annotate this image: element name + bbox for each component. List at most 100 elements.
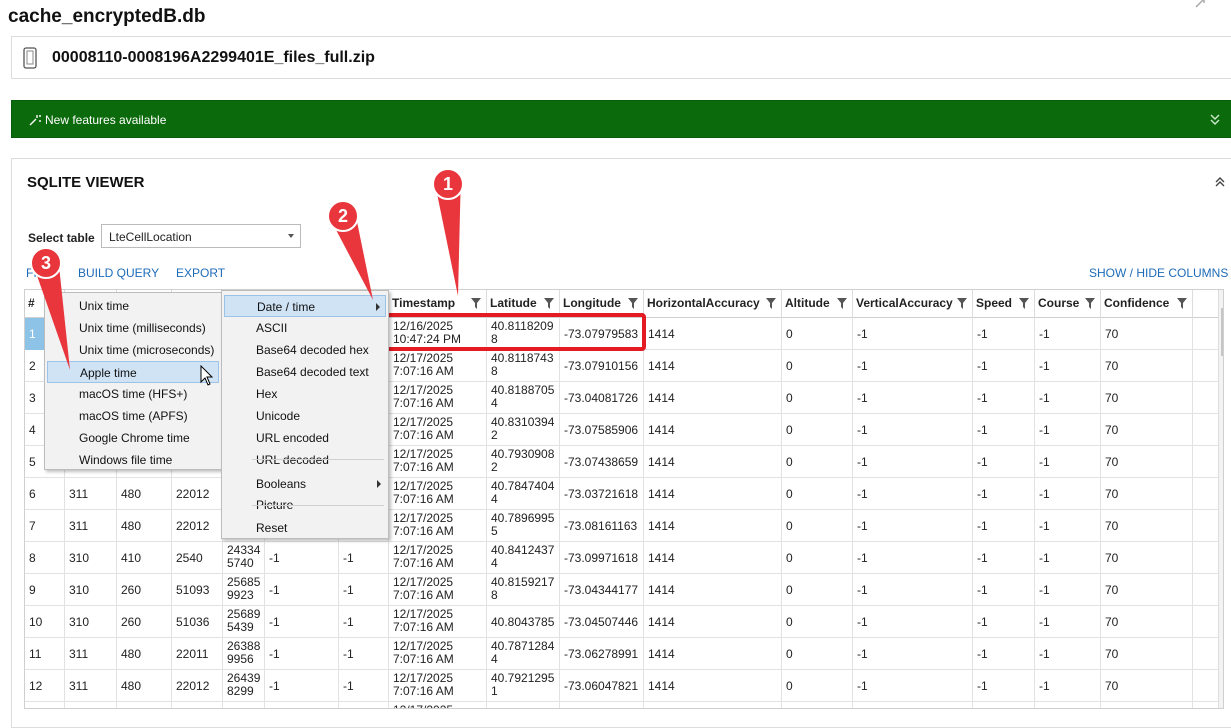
table-row[interactable]: 26439 12/17/202540.8071060 <box>25 702 1223 708</box>
table-row[interactable]: 8 310 410 2540 24334 5740 -1 -1 12/17/2025 7:07:1… <box>25 542 1223 574</box>
file-name: 00008110-0008196A2299401E_files_full.zip <box>52 49 375 66</box>
filter-icon[interactable] <box>1177 298 1187 309</box>
table-row[interactable]: 11 311 480 22011 26388 9956 -1 -1 12/17/2025 7:07… <box>25 638 1223 670</box>
table-cell: 24334 5740 <box>223 542 265 574</box>
table-cell: -1 <box>853 638 973 670</box>
submenu-item[interactable]: Unix time <box>47 295 219 317</box>
table-cell: -73.03721618 <box>560 478 644 510</box>
build-query-link[interactable]: BUILD QUERY <box>78 266 159 280</box>
table-cell: 40.8071060 <box>487 702 560 708</box>
filter-icon[interactable] <box>1019 298 1029 309</box>
submenu-item[interactable]: macOS time (APFS) <box>47 405 219 427</box>
table-cell: -1 <box>1035 478 1101 510</box>
filter-icon[interactable] <box>837 298 847 309</box>
context-menu-item[interactable]: Reset <box>224 517 386 539</box>
context-menu-item[interactable]: URL encoded <box>224 427 386 449</box>
table-cell: 0 <box>782 350 853 382</box>
column-header[interactable]: Altitude <box>782 290 853 318</box>
table-cell: 1414 <box>644 510 782 542</box>
context-menu-item[interactable]: Base64 decoded text <box>224 361 386 383</box>
table-cell: 0 <box>782 638 853 670</box>
submenu-item[interactable]: Unix time (microseconds) <box>47 339 219 361</box>
context-menu-item[interactable]: Date / time <box>224 295 386 317</box>
table-cell: 12 <box>25 670 65 702</box>
table-select[interactable]: LteCellLocation <box>101 224 301 248</box>
menu-item-label: Hex <box>256 387 278 401</box>
menu-item-label: URL encoded <box>256 431 329 445</box>
table-row[interactable]: 9 310 260 51093 25685 9923 -1 -1 12/17/2025 7:07:… <box>25 574 1223 606</box>
table-cell: 10 <box>25 606 65 638</box>
table-cell: 0 <box>782 606 853 638</box>
filter-icon[interactable] <box>1085 298 1095 309</box>
chevron-up-icon[interactable] <box>1214 175 1226 187</box>
table-row[interactable]: 7 311 480 22012 12/17/2025 7:07:16 AM 40.78969… <box>25 510 1223 542</box>
menu-item-label: Reset <box>256 521 288 535</box>
submenu-item[interactable]: Unix time (milliseconds) <box>47 317 219 339</box>
selected-table-value: LteCellLocation <box>109 230 192 244</box>
table-cell <box>973 702 1035 708</box>
submenu-item[interactable]: Apple time <box>47 361 219 383</box>
table-cell: 12/17/2025 7:07:16 AM <box>389 574 487 606</box>
filter-icon[interactable] <box>544 298 554 309</box>
table-cell: -1 <box>973 510 1035 542</box>
submenu-item[interactable]: Windows file time <box>47 449 219 471</box>
table-cell <box>1035 702 1101 708</box>
column-header[interactable]: Course <box>1035 290 1101 318</box>
context-menu-item[interactable]: URL decoded <box>224 449 386 471</box>
table-cell: 480 <box>117 638 172 670</box>
new-features-banner[interactable]: New features available <box>11 100 1231 138</box>
column-header[interactable]: VerticalAccuracy <box>853 290 973 318</box>
table-cell: 40.7847404 4 <box>487 478 560 510</box>
context-menu-item[interactable]: ASCII <box>224 317 386 339</box>
filter-icon[interactable] <box>471 298 481 309</box>
table-cell: 22012 <box>172 510 223 542</box>
table-cell: 480 <box>117 478 172 510</box>
table-cell: 70 <box>1101 382 1193 414</box>
column-header-label: Timestamp <box>392 296 456 310</box>
filter-icon[interactable] <box>766 298 776 309</box>
menu-item-label: URL decoded <box>256 453 329 467</box>
table-row[interactable]: 12 311 480 22012 26439 8299 -1 -1 12/17/2025 7:07… <box>25 670 1223 702</box>
column-header[interactable]: HorizontalAccuracy <box>644 290 782 318</box>
table-row[interactable]: 10 310 260 51036 25689 5439 -1 -1 12/17/2025 7:07… <box>25 606 1223 638</box>
table-row[interactable]: 6 311 480 22012 12/17/2025 7:07:16 AM 40.78474… <box>25 478 1223 510</box>
context-menu-item[interactable]: Base64 decoded hex <box>224 339 386 361</box>
table-cell: 6 <box>25 478 65 510</box>
table-cell: 0 <box>782 670 853 702</box>
column-header[interactable]: Confidence <box>1101 290 1193 318</box>
submenu-item[interactable]: macOS time (HFS+) <box>47 383 219 405</box>
pin-icon[interactable] <box>1193 0 1207 10</box>
column-header-label: # <box>28 296 35 310</box>
table-cell: 410 <box>117 542 172 574</box>
filter-icon[interactable] <box>628 298 638 309</box>
column-header[interactable]: Speed <box>973 290 1035 318</box>
table-cell: 12/17/2025 7:07:16 AM <box>389 478 487 510</box>
table-cell <box>339 702 389 708</box>
menu-item-label: Apple time <box>80 366 137 380</box>
column-header-label: HorizontalAccuracy <box>647 296 760 310</box>
submenu-item[interactable]: Google Chrome time <box>47 427 219 449</box>
scroll-thumb[interactable] <box>1221 308 1223 356</box>
table-cell: 70 <box>1101 574 1193 606</box>
chevron-down-icon[interactable] <box>1209 112 1221 126</box>
context-menu-item[interactable]: Unicode <box>224 405 386 427</box>
filter-icon[interactable] <box>957 298 967 309</box>
column-header-label: Longitude <box>563 296 621 310</box>
table-cell: 9 <box>25 574 65 606</box>
menu-item-label: macOS time (APFS) <box>79 409 188 423</box>
context-menu-item[interactable]: Hex <box>224 383 386 405</box>
table-cell: 70 <box>1101 510 1193 542</box>
table-cell: 12/17/2025 7:07:16 AM <box>389 638 487 670</box>
filter-link[interactable]: FI <box>26 266 37 280</box>
column-header-label: Altitude <box>785 296 830 310</box>
table-cell: 310 <box>65 574 117 606</box>
vertical-scrollbar[interactable] <box>1218 290 1224 708</box>
table-cell: 0 <box>782 318 853 350</box>
export-link[interactable]: EXPORT <box>176 266 225 280</box>
table-cell: 1414 <box>644 574 782 606</box>
context-menu-item[interactable]: Booleans <box>224 473 386 495</box>
table-cell: 51036 <box>172 606 223 638</box>
table-cell: 12/17/2025 <box>389 702 487 708</box>
show-hide-columns-link[interactable]: SHOW / HIDE COLUMNS <box>1089 266 1228 280</box>
scroll-up-icon[interactable] <box>1223 294 1224 299</box>
